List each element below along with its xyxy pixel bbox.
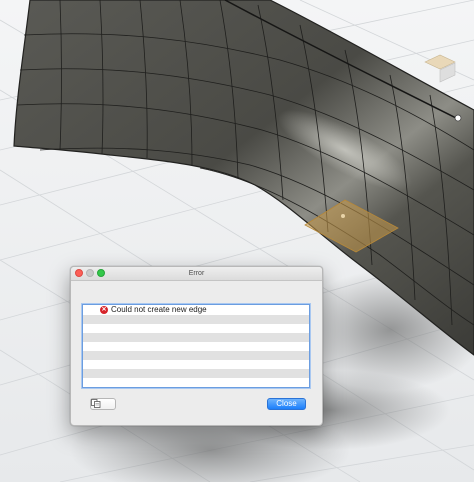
error-icon: ✕ (100, 306, 108, 314)
list-item (83, 315, 309, 324)
error-dialog: Error ✕ Could not create new edge Close (70, 266, 323, 426)
close-button[interactable]: Close (267, 398, 306, 410)
copy-icon (91, 399, 101, 408)
list-item (83, 369, 309, 378)
list-item (83, 360, 309, 369)
list-item[interactable]: ✕ Could not create new edge (83, 305, 309, 315)
dialog-titlebar[interactable]: Error (71, 267, 322, 281)
list-item (83, 333, 309, 342)
list-item (83, 342, 309, 351)
dialog-title: Error (188, 270, 205, 277)
error-message-text: Could not create new edge (111, 305, 207, 314)
list-item (83, 324, 309, 333)
error-message-list[interactable]: ✕ Could not create new edge (82, 304, 310, 388)
copy-button[interactable] (90, 398, 116, 410)
list-item (83, 378, 309, 387)
list-item (83, 351, 309, 360)
3d-viewport[interactable]: Error ✕ Could not create new edge Close (0, 0, 474, 482)
